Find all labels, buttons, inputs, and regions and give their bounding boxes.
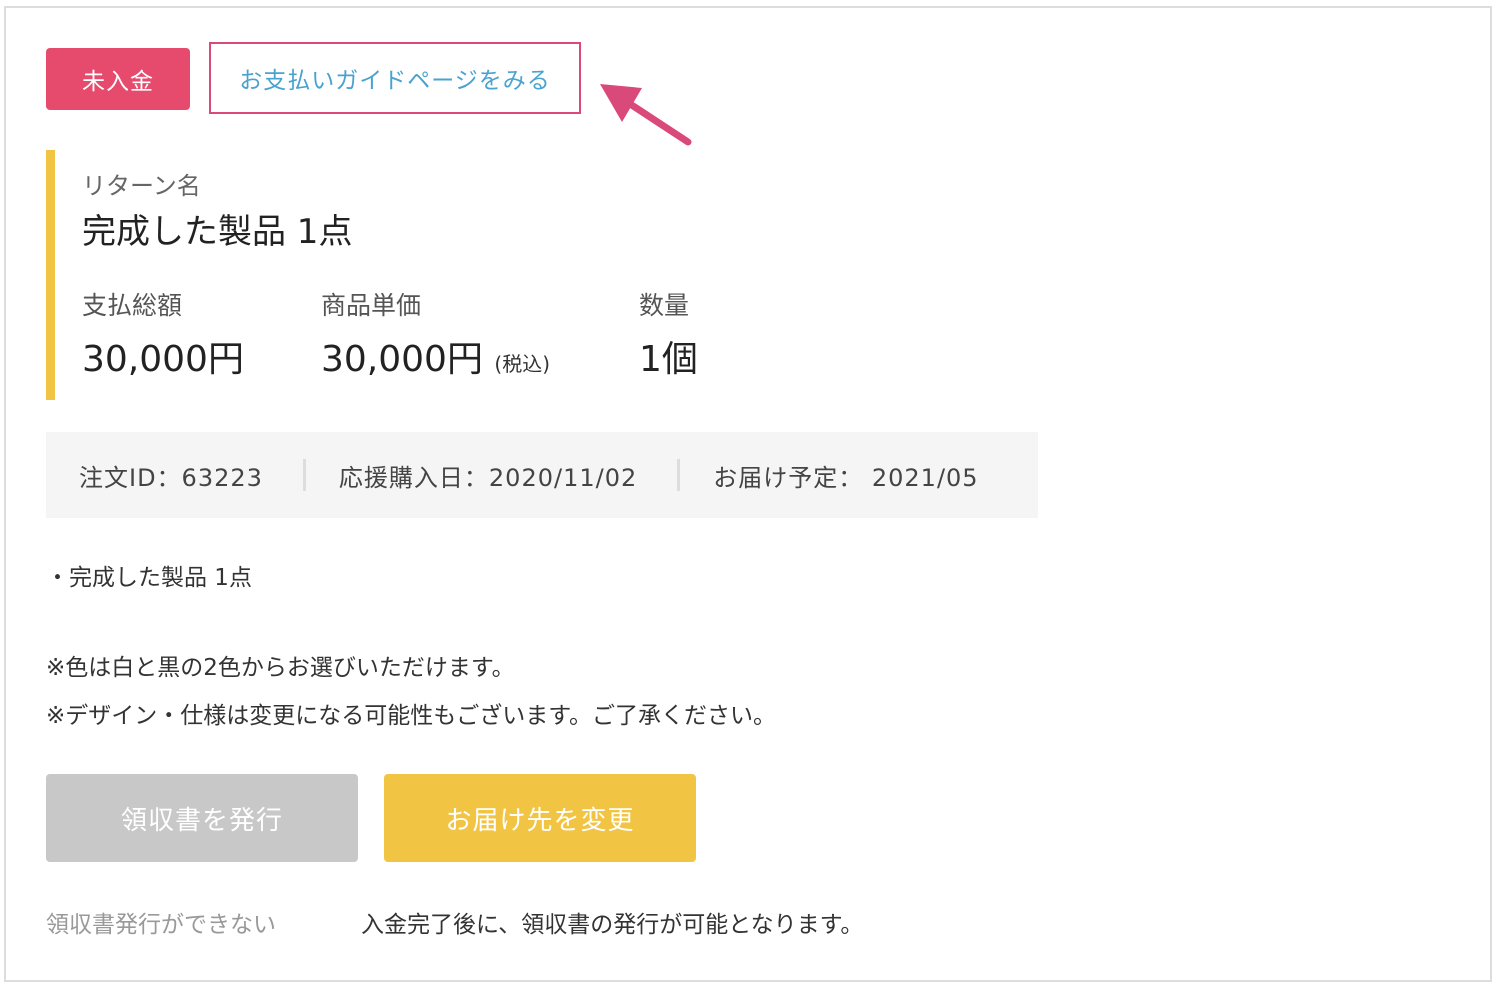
reward-summary: リターン名 完成した製品 1点 支払総額 30,000円 商品単価 30,000… — [46, 150, 806, 400]
quantity: 数量 1個 — [639, 286, 698, 382]
change-address-button[interactable]: お届け先を変更 — [384, 774, 696, 862]
tax-note: (税込) — [494, 352, 551, 376]
purchase-date: 応援購入日：2020/11/02 — [338, 463, 638, 492]
reward-name: 完成した製品 1点 — [82, 212, 353, 252]
total-amount-value: 30,000円 — [82, 339, 244, 380]
spec-change-note: ※デザイン・仕様は変更になる可能性もございます。ご了承ください。 — [46, 703, 776, 729]
color-note: ※色は白と黒の2色からお選びいただけます。 — [46, 655, 515, 681]
info-divider — [302, 459, 306, 491]
reward-item-description: ・完成した製品 1点 — [46, 565, 252, 591]
arrow-pointer-icon — [600, 84, 692, 146]
unit-price-value: 30,000円 — [321, 339, 483, 380]
unit-price: 商品単価 30,000円 (税込) — [321, 286, 550, 382]
unit-price-value-row: 30,000円 (税込) — [321, 330, 550, 382]
reward-label: リターン名 — [82, 172, 201, 200]
payment-guide-link[interactable]: お支払いガイドページをみる — [209, 42, 581, 114]
info-divider — [677, 459, 681, 491]
quantity-value: 1個 — [639, 339, 698, 380]
unit-price-label: 商品単価 — [321, 291, 422, 320]
total-amount-label: 支払総額 — [82, 291, 183, 320]
issue-receipt-button: 領収書を発行 — [46, 774, 358, 862]
order-info-bar: 注文ID：63223 応援購入日：2020/11/02 お届け予定： 2021/… — [46, 432, 1038, 518]
delivery-schedule: お届け予定： 2021/05 — [713, 463, 979, 492]
receipt-note: 入金完了後に、領収書の発行が可能となります。 — [361, 912, 864, 938]
order-id: 注文ID：63223 — [79, 463, 263, 492]
payment-status-badge: 未入金 — [46, 48, 190, 110]
total-amount: 支払総額 30,000円 — [82, 286, 244, 382]
receipt-status: 領収書発行ができない — [46, 912, 276, 938]
quantity-label: 数量 — [639, 291, 690, 320]
